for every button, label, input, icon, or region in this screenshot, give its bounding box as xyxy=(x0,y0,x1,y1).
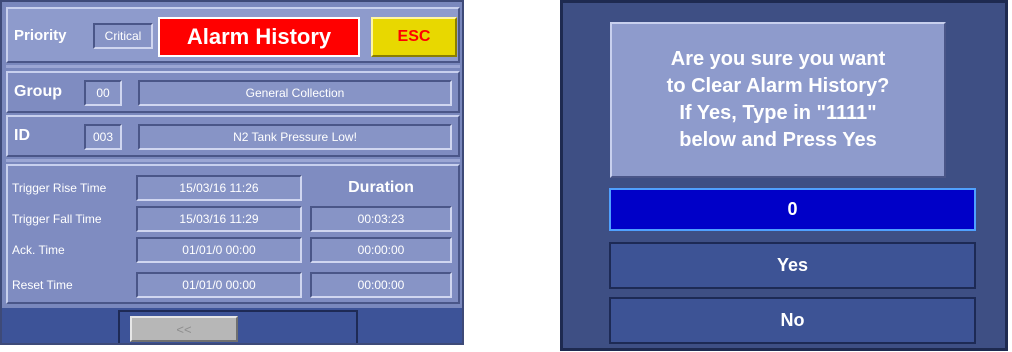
divider xyxy=(6,159,460,162)
trigger-rise-label: Trigger Rise Time xyxy=(12,181,107,195)
priority-label: Priority xyxy=(14,26,67,44)
previous-button[interactable]: << xyxy=(130,316,238,342)
alarm-history-title: Alarm History xyxy=(158,17,360,57)
reset-time-label: Reset Time xyxy=(12,278,73,292)
message-line: Are you sure you want xyxy=(670,48,886,70)
alarm-history-panel: Priority Critical Alarm History ESC Grou… xyxy=(0,0,464,345)
ack-duration-field: 00:00:00 xyxy=(310,237,452,263)
no-button[interactable]: No xyxy=(609,297,976,344)
trigger-fall-time-field: 15/03/16 11:29 xyxy=(136,206,302,232)
group-name-field: General Collection xyxy=(138,80,452,106)
message-line: below and Press Yes xyxy=(679,129,877,151)
id-label: ID xyxy=(14,127,30,144)
priority-value: Critical xyxy=(93,23,153,49)
confirm-message: Are you sure you want to Clear Alarm His… xyxy=(610,22,946,178)
id-code-field: 003 xyxy=(84,124,122,150)
message-line: to Clear Alarm History? xyxy=(666,75,890,97)
ack-time-label: Ack. Time xyxy=(12,243,65,257)
group-code-field: 00 xyxy=(84,80,122,106)
reset-duration-field: 00:00:00 xyxy=(310,272,452,298)
group-label: Group xyxy=(14,83,62,100)
esc-button[interactable]: ESC xyxy=(371,17,457,57)
ack-time-field: 01/01/0 00:00 xyxy=(136,237,302,263)
duration-header: Duration xyxy=(348,179,414,196)
clear-history-dialog: Are you sure you want to Clear Alarm His… xyxy=(560,0,1008,351)
trigger-fall-label: Trigger Fall Time xyxy=(12,212,102,226)
message-line: If Yes, Type in "1111" xyxy=(679,102,877,124)
trigger-fall-duration-field: 00:03:23 xyxy=(310,206,452,232)
trigger-rise-time-field: 15/03/16 11:26 xyxy=(136,175,302,201)
divider xyxy=(6,65,460,68)
code-input[interactable]: 0 xyxy=(609,188,976,231)
yes-button[interactable]: Yes xyxy=(609,242,976,289)
id-name-field: N2 Tank Pressure Low! xyxy=(138,124,452,150)
reset-time-field: 01/01/0 00:00 xyxy=(136,272,302,298)
